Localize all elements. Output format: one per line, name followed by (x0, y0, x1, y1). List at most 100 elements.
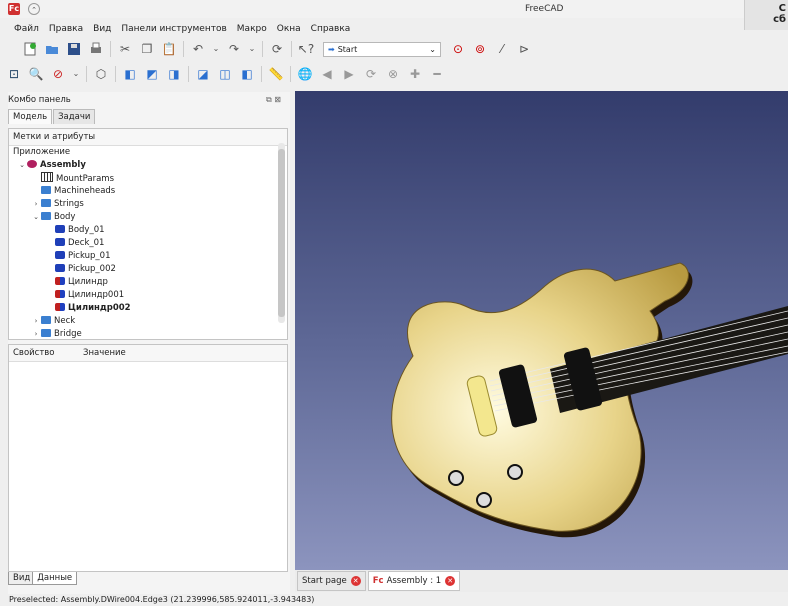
collapse-arrow-icon[interactable]: › (31, 328, 41, 339)
tree-item[interactable]: ⌄ Assembly (9, 159, 287, 172)
stop-macro-icon[interactable]: ⊚ (472, 41, 488, 57)
left-view-icon[interactable]: ◧ (239, 66, 255, 82)
redo-icon[interactable]: ↷ (226, 41, 242, 57)
top-view-icon[interactable]: ◩ (144, 66, 160, 82)
tree-item[interactable]: Цилиндр002 (9, 302, 287, 315)
toolbar-separator (188, 66, 189, 82)
file-toolbar: ✂ ❐ 📋 ↶ ⌄ ↷ ⌄ ⟳ ↖? ➡ Start ⌄ ⊙ ⊚ ⁄ ⊳ (0, 38, 535, 60)
workbench-select[interactable]: ➡ Start ⌄ (323, 41, 441, 57)
close-icon[interactable]: ✕ (445, 576, 456, 586)
tab-view[interactable]: Вид (8, 572, 36, 585)
redo-dropdown-icon[interactable]: ⌄ (248, 41, 256, 57)
isometric-view-icon[interactable]: ⬡ (93, 66, 109, 82)
cut-icon[interactable]: ✂ (117, 41, 133, 57)
tab-start-page[interactable]: Start page ✕ (297, 571, 366, 591)
menu-bar: Файл Правка Вид Панели инструментов Макр… (0, 21, 355, 37)
part-icon (55, 251, 65, 259)
menu-file[interactable]: Файл (0, 21, 44, 37)
tree-item-label: Цилиндр001 (68, 290, 125, 300)
tab-model[interactable]: Модель (8, 109, 53, 124)
freecad-doc-icon: Fc (372, 576, 384, 586)
web-browser-icon[interactable]: 🌐 (297, 66, 313, 82)
model-tree: Метки и атрибуты Приложение ⌄ Assembly Moun… (8, 128, 288, 340)
open-folder-icon[interactable] (44, 41, 60, 57)
back-icon[interactable]: ◀ (319, 66, 335, 82)
front-view-icon[interactable]: ◧ (122, 66, 138, 82)
tree-item[interactable]: MountParams (9, 172, 287, 185)
copy-icon[interactable]: ❐ (139, 41, 155, 57)
menu-view[interactable]: Вид (88, 21, 116, 37)
menu-windows[interactable]: Окна (272, 21, 306, 37)
reload-icon[interactable]: ⟳ (363, 66, 379, 82)
forward-icon[interactable]: ▶ (341, 66, 357, 82)
tree-item[interactable]: Цилиндр001 (9, 289, 287, 302)
right-view-icon[interactable]: ◨ (166, 66, 182, 82)
collapse-arrow-icon[interactable]: › (31, 198, 41, 211)
window-title: FreeCAD (525, 4, 564, 14)
panel-float-close-buttons[interactable]: ⧉ ⊠ (266, 95, 281, 105)
menu-macro[interactable]: Макро (232, 21, 272, 37)
fit-all-icon[interactable]: ⊡ (6, 66, 22, 82)
undo-icon[interactable]: ↶ (190, 41, 206, 57)
collapse-arrow-icon[interactable]: › (31, 315, 41, 328)
tab-data[interactable]: Данные (32, 572, 78, 585)
whats-this-icon[interactable]: ↖? (298, 41, 314, 57)
expand-arrow-icon[interactable]: ⌄ (31, 211, 41, 224)
tree-item-label: Цилиндр002 (68, 303, 131, 313)
rear-view-icon[interactable]: ◪ (195, 66, 211, 82)
menu-toolbars[interactable]: Панели инструментов (116, 21, 231, 37)
tree-item[interactable]: Machineheads (9, 185, 287, 198)
tree-item-label: Strings (54, 199, 84, 209)
tree-item-label: Приложение (13, 147, 71, 157)
cyl-icon (55, 290, 65, 298)
save-icon[interactable] (66, 41, 82, 57)
tree-item[interactable]: › Strings (9, 198, 287, 211)
print-icon[interactable] (88, 41, 104, 57)
3d-viewport[interactable] (295, 91, 788, 570)
tab-assembly[interactable]: Fc Assembly : 1 ✕ (367, 571, 461, 591)
draw-style-dropdown-icon[interactable]: ⌄ (72, 66, 80, 82)
tree-item[interactable]: Pickup_002 (9, 263, 287, 276)
stop-loading-icon[interactable]: ⊗ (385, 66, 401, 82)
document-tabs: Start page ✕ Fc Assembly : 1 ✕ (295, 570, 788, 592)
close-icon[interactable]: ✕ (350, 576, 361, 586)
freecad-logo-icon: Fc (8, 3, 20, 15)
refresh-icon[interactable]: ⟳ (269, 41, 285, 57)
tree-scrollbar-thumb[interactable] (278, 149, 285, 317)
window-shade-button[interactable]: ⌃ (28, 3, 40, 15)
guitar-model (391, 262, 788, 538)
tree-item[interactable]: › Bridge (9, 328, 287, 339)
tree-item[interactable]: Body_01 (9, 224, 287, 237)
zoom-in-icon[interactable]: ✚ (407, 66, 423, 82)
tree-item-label: Body (54, 212, 76, 222)
tab-tasks[interactable]: Задачи (53, 109, 96, 124)
undo-dropdown-icon[interactable]: ⌄ (212, 41, 220, 57)
new-document-icon[interactable] (22, 41, 38, 57)
tree-item[interactable]: ⌄ Body (9, 211, 287, 224)
expand-arrow-icon[interactable]: ⌄ (17, 159, 27, 172)
status-bar: Preselected: Assembly.DWire004.Edge3 (21… (0, 594, 788, 606)
menu-help[interactable]: Справка (306, 21, 356, 37)
tree-item[interactable]: Приложение (9, 146, 287, 159)
notification-popup: С сб (744, 0, 788, 30)
zoom-out-icon[interactable]: ━ (429, 66, 445, 82)
fit-selection-icon[interactable]: 🔍 (28, 66, 44, 82)
grid-icon (41, 172, 53, 182)
tab-assembly-label: Assembly : 1 (386, 576, 442, 586)
paste-icon[interactable]: 📋 (161, 41, 177, 57)
bottom-view-icon[interactable]: ◫ (217, 66, 233, 82)
draw-style-icon[interactable]: ⊘ (50, 66, 66, 82)
tree-item-label: Bridge (54, 329, 82, 339)
edit-macro-icon[interactable]: ⁄ (494, 41, 510, 57)
tree-item[interactable]: Pickup_01 (9, 250, 287, 263)
title-bar (0, 0, 788, 18)
tree-item[interactable]: Deck_01 (9, 237, 287, 250)
property-editor: Свойство Значение (8, 344, 288, 572)
tree-item[interactable]: › Neck (9, 315, 287, 328)
execute-macro-icon[interactable]: ⊳ (516, 41, 532, 57)
tree-item[interactable]: Цилиндр (9, 276, 287, 289)
asm-icon (27, 160, 37, 168)
measure-distance-icon[interactable]: 📏 (268, 66, 284, 82)
record-macro-icon[interactable]: ⊙ (450, 41, 466, 57)
menu-edit[interactable]: Правка (44, 21, 88, 37)
